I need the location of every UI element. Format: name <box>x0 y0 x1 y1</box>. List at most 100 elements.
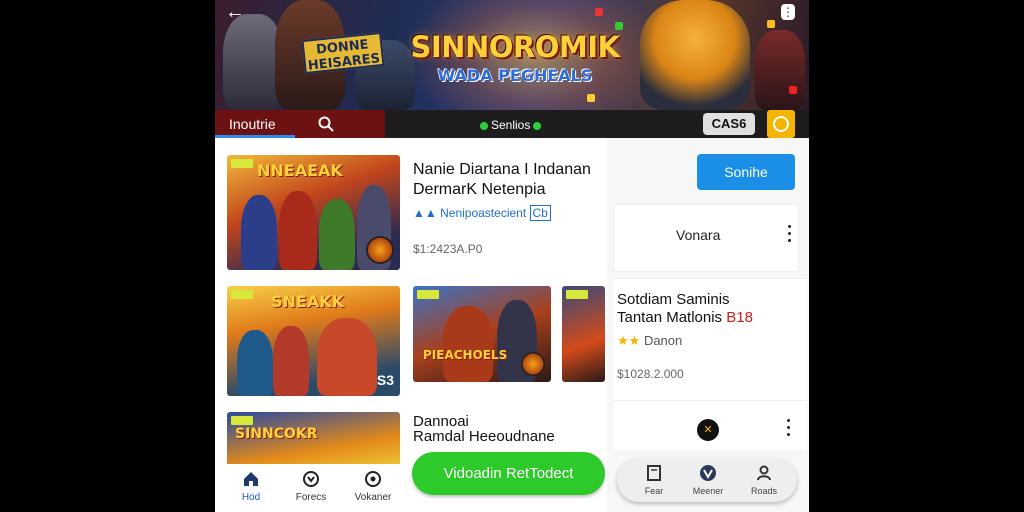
side-card[interactable]: ✕ <box>613 400 807 450</box>
banner-subtitle: WADA PEGHEALS <box>437 66 593 85</box>
confetti-icon <box>615 22 623 30</box>
thumb-badge-icon <box>521 352 545 376</box>
thumb-figure <box>279 191 317 270</box>
nav-label: Roads <box>750 486 777 496</box>
floating-nav: Fear Meener Roads <box>617 458 797 502</box>
nav-roads[interactable]: Roads <box>739 464 789 496</box>
tab-inoutrie[interactable]: Inoutrie <box>215 110 385 138</box>
thumb-figure <box>443 306 493 382</box>
nav-fear[interactable]: Fear <box>629 464 679 496</box>
nav-label: Vokaner <box>354 492 392 503</box>
side-card-title-line: Tantan Matlonis <box>617 309 723 326</box>
rating-text: Danon <box>643 333 683 348</box>
thumb-title: SINNCOKR <box>235 426 318 442</box>
nav-vokaner[interactable]: Vokaner <box>345 470 401 503</box>
thumb-figure <box>273 326 309 396</box>
thumb-title: NNEAEAK <box>257 161 343 180</box>
confetti-icon <box>767 20 775 28</box>
item-price: $1:2423A.P0 <box>413 242 483 256</box>
item-title[interactable]: Dannoai Ramdal Heeoudnane <box>413 414 555 444</box>
item-title-line: DermarK Netenpia <box>413 181 546 198</box>
app-window: DONNE HEISARES SINNOROMIK WADA PEGHEALS … <box>215 0 809 512</box>
confetti-icon <box>587 94 595 102</box>
tab-label: Senlios <box>491 118 531 132</box>
item-title-line: Nanie Diartana I Indanan <box>413 161 591 178</box>
item-title-line: Dannoai <box>413 413 469 430</box>
download-button[interactable]: Vidoadin RetTodect <box>412 452 605 495</box>
nav-meener[interactable]: Meener <box>683 464 733 496</box>
banner-title: SINNOROMIK <box>410 30 620 64</box>
thumb-tag <box>231 159 253 168</box>
hero-banner[interactable]: DONNE HEISARES SINNOROMIK WADA PEGHEALS … <box>215 0 809 110</box>
coin-icon <box>773 116 789 132</box>
thumb-badge-icon <box>366 236 394 264</box>
item-title[interactable]: Nanie Diartana I Indanan DermarK Netenpi… <box>413 160 591 200</box>
side-card-label: Vonara <box>676 227 721 243</box>
thumb-title: PIEACHOELS <box>423 348 508 362</box>
item-rating: ▲▲ Nenipoastecient Cb <box>413 205 551 221</box>
nav-forecs[interactable]: Forecs <box>283 470 339 503</box>
status-dot-icon <box>533 121 542 130</box>
tab-senlios[interactable]: Senlios <box>477 118 544 132</box>
nav-label: Forecs <box>295 492 327 503</box>
item-title-line: Ramdal Heeoudnane <box>413 428 555 445</box>
thumbs-icon: ▲▲ <box>413 206 437 220</box>
confetti-icon <box>789 86 797 94</box>
thumb-tag <box>417 290 439 299</box>
tab-label: Inoutrie <box>229 116 276 132</box>
settings-icon <box>365 471 381 487</box>
profile-icon <box>757 465 771 481</box>
game-list: NNEAEAK Nanie Diartana I Indanan DermarK… <box>215 138 607 512</box>
bottom-nav: Hod Forecs Vokaner <box>215 464 405 512</box>
nav-label: Hod <box>241 492 261 503</box>
coin-button[interactable] <box>767 110 795 138</box>
nav-label: Fear <box>644 486 664 496</box>
tab-bar: Inoutrie Senlios CAS6 <box>215 110 809 138</box>
rating-badge: Cb <box>529 205 551 221</box>
side-card-rating: ★★ Danon <box>617 333 682 349</box>
more-icon[interactable]: ⋮ <box>781 4 795 20</box>
content-area: NNEAEAK Nanie Diartana I Indanan DermarK… <box>215 138 809 512</box>
thumb-title: SNEAKK <box>271 292 345 311</box>
game-thumbnail[interactable]: PIEACHOELS <box>413 286 551 382</box>
star-icon: ★★ <box>617 333 641 348</box>
forecast-icon <box>303 471 319 487</box>
side-card-price: $1028.2.000 <box>617 367 684 381</box>
kebab-menu-icon[interactable] <box>786 225 792 243</box>
nav-home[interactable]: Hod <box>223 470 279 503</box>
back-arrow-icon[interactable]: ← <box>225 2 249 22</box>
home-icon <box>244 472 258 486</box>
thumb-figure <box>241 195 277 270</box>
screen-background: DONNE HEISARES SINNOROMIK WADA PEGHEALS … <box>0 0 1024 512</box>
game-thumbnail[interactable] <box>562 286 605 382</box>
rating-text: Nenipoastecient <box>440 206 527 220</box>
price-chip[interactable]: CAS6 <box>703 113 755 135</box>
side-card[interactable]: Vonara <box>613 204 799 272</box>
thumb-tag <box>231 290 253 299</box>
thumb-figure <box>319 199 355 270</box>
thumb-figure <box>237 330 273 396</box>
search-icon[interactable] <box>317 115 335 133</box>
kebab-menu-icon[interactable] <box>785 419 791 437</box>
side-card-highlight: B18 <box>726 309 753 326</box>
thumb-figure <box>317 318 377 396</box>
game-thumbnail[interactable]: SINNCOKR <box>227 412 400 472</box>
thumb-tag <box>231 416 253 425</box>
game-logo-icon: ✕ <box>697 419 719 441</box>
thumb-badge: S3 <box>376 372 394 388</box>
side-card-title: Sotdiam Saminis Tantan Matlonis B18 <box>617 291 753 327</box>
side-card-title-line: Sotdiam Saminis <box>617 291 730 308</box>
game-thumbnail[interactable]: NNEAEAK <box>227 155 400 270</box>
nav-label: Meener <box>692 486 724 496</box>
banner-character-girl <box>755 30 805 110</box>
confetti-icon <box>595 8 603 16</box>
vimeo-icon <box>700 465 716 481</box>
thumb-tag <box>566 290 588 299</box>
book-icon <box>647 465 661 481</box>
game-thumbnail[interactable]: SNEAKK S3 <box>227 286 400 396</box>
banner-character-wolf <box>223 14 283 110</box>
action-button[interactable]: Sonihe <box>697 154 795 190</box>
status-dot-icon <box>480 121 488 130</box>
side-card[interactable]: Sotdiam Saminis Tantan Matlonis B18 ★★ D… <box>613 278 807 400</box>
banner-character-mascot <box>640 0 750 110</box>
